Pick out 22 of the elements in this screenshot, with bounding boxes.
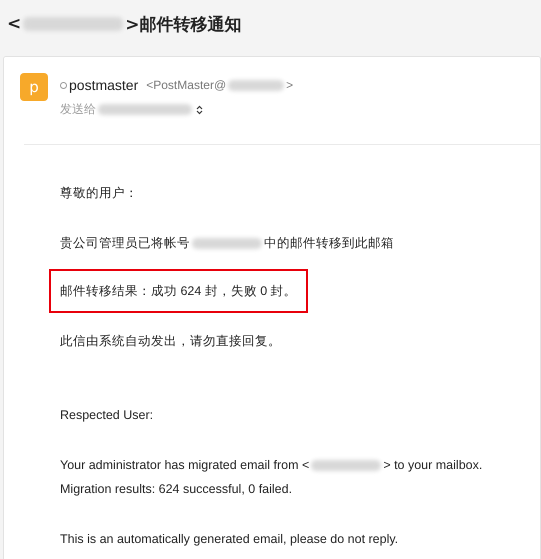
body-text: 尊敬的用户： (60, 185, 138, 202)
avatar: p (20, 73, 48, 101)
body-text: > to your mailbox. (383, 457, 482, 474)
body-text: 此信由系统自动发出，请勿直接回复。 (60, 333, 281, 350)
sender-address: > (286, 78, 294, 92)
body-text: 中的邮件转移到此邮箱 (264, 235, 394, 252)
recipient-label: 发送给 (60, 101, 96, 118)
subject-text: < (7, 14, 22, 34)
redacted-text (228, 80, 284, 90)
subject-text: >邮件转移通知 (125, 14, 242, 36)
body-text: This is an automatically generated email, please do not reply. (60, 531, 398, 548)
sender-address: <PostMaster@ (146, 78, 226, 92)
body-text: 邮件转移结果：成功 624 封，失败 0 封。 (60, 283, 297, 300)
body-text: 贵公司管理员已将帐号 (60, 235, 190, 252)
redacted-text (192, 238, 262, 248)
body-text: Respected User: (60, 407, 154, 424)
expand-chevron-icon[interactable] (196, 104, 203, 114)
body-text: Your administrator has migrated email from < (60, 457, 310, 474)
sender-name: postmaster (69, 77, 138, 93)
status-circle-icon (60, 82, 67, 88)
body-text: Migration results: 624 successful, 0 failed. (60, 481, 292, 498)
redacted-text (311, 460, 382, 470)
